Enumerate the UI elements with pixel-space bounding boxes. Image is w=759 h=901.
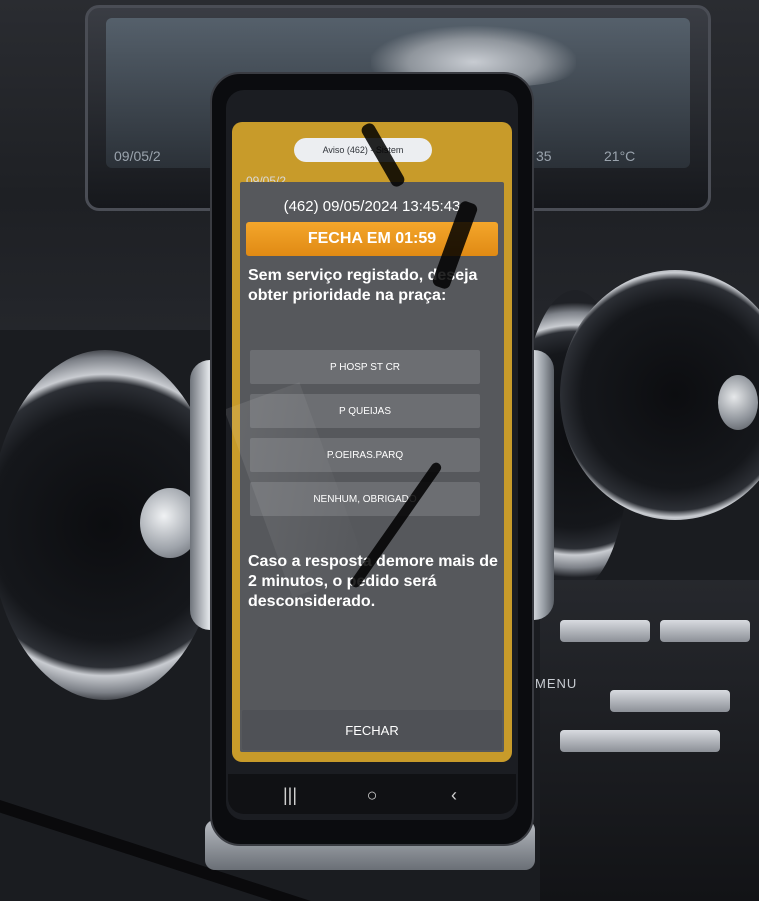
phone: 09/05/2 (462) 09/05/2024 13:45:43 FECHA … [210, 72, 534, 846]
close-button[interactable]: FECHAR [242, 710, 502, 750]
back-icon[interactable]: ‹ [424, 780, 484, 808]
infotainment-date-readout: 09/05/2 [114, 148, 161, 164]
android-nav-bar: ||| ○ ‹ [228, 774, 516, 814]
infotainment-readout: 35 [536, 148, 552, 164]
infotainment-temperature-readout: 21°C [604, 148, 636, 164]
console-button [560, 620, 650, 642]
console-button [610, 690, 730, 712]
console-button [560, 730, 720, 752]
prompt-text: Sem serviço registado, deseja obter prio… [248, 267, 478, 304]
menu-label: MENU [535, 676, 578, 691]
phone-screen: 09/05/2 (462) 09/05/2024 13:45:43 FECHA … [226, 90, 518, 820]
vent-knob-right [718, 375, 758, 430]
center-console [540, 580, 759, 901]
notification-pill[interactable]: Aviso (462) - Sistem [294, 138, 432, 162]
option-p-hosp-st-cr[interactable]: P HOSP ST CR [250, 350, 480, 384]
recents-icon[interactable]: ||| [260, 780, 320, 808]
console-button [660, 620, 750, 642]
home-icon[interactable]: ○ [342, 780, 402, 808]
